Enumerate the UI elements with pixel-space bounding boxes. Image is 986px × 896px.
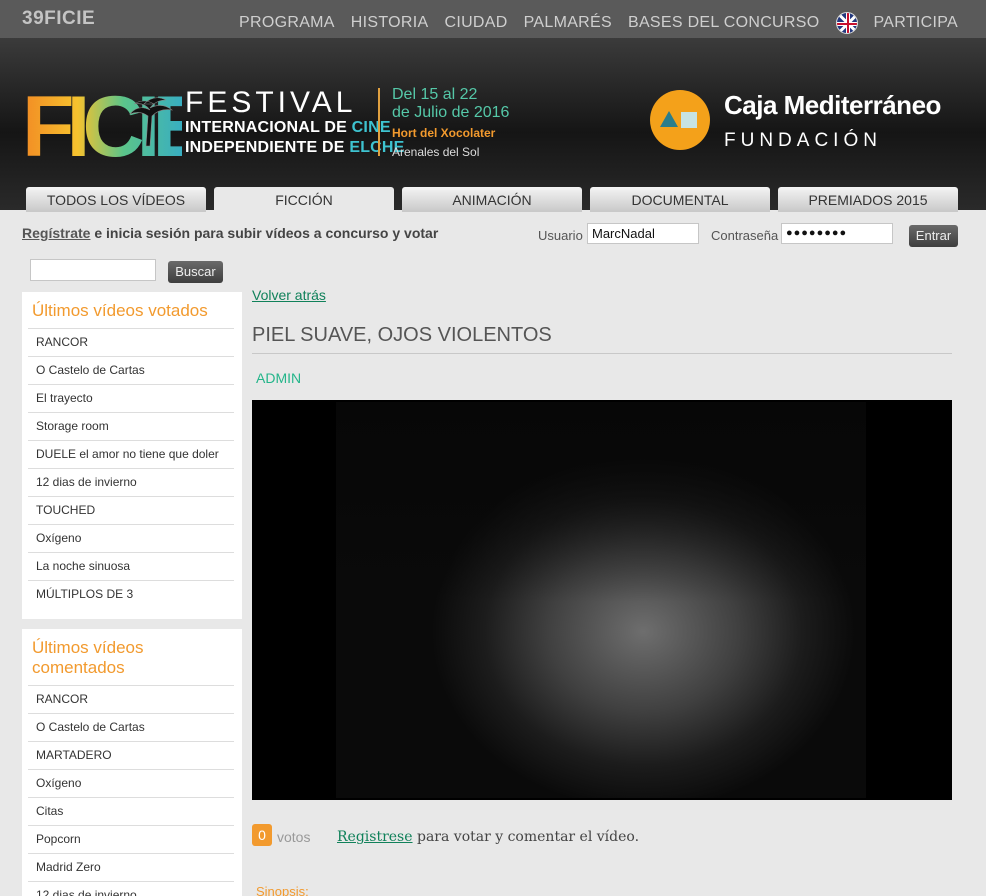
tab-ficcion[interactable]: Ficción — [214, 187, 394, 212]
synopsis-heading: Sinopsis: — [256, 884, 309, 896]
list-item[interactable]: La noche sinuosa — [28, 552, 234, 580]
vote-register-prompt: Registrese para votar y comentar el víde… — [337, 829, 640, 845]
list-item[interactable]: MARTADERO — [28, 741, 234, 769]
list-item[interactable]: O Castelo de Cartas — [28, 713, 234, 741]
username-input[interactable]: MarcNadal — [587, 223, 699, 244]
tab-animacion[interactable]: Animación — [402, 187, 582, 212]
site-tag[interactable]: 39FICIE — [22, 8, 95, 30]
back-link[interactable]: Volver atrás — [252, 287, 326, 303]
uk-flag-icon[interactable] — [835, 12, 858, 34]
tab-premiados[interactable]: Premiados 2015 — [778, 187, 958, 212]
sponsor-subtitle: FUNDACIÓN — [724, 130, 882, 151]
nav-ciudad[interactable]: CIUDAD — [444, 14, 507, 32]
tab-documental[interactable]: Documental — [590, 187, 770, 212]
festival-name: FESTIVAL INTERNACIONAL DE CINE INDEPENDI… — [185, 86, 405, 157]
nav-historia[interactable]: HISTORIA — [351, 14, 429, 32]
commented-videos-box: Últimos vídeos comentados RANCOR O Caste… — [22, 629, 242, 896]
list-item[interactable]: Madrid Zero — [28, 853, 234, 881]
list-item[interactable]: DUELE el amor no tiene que doler — [28, 440, 234, 468]
votes-label: votos — [277, 829, 311, 845]
nav-participa[interactable]: PARTICIPA — [874, 14, 959, 32]
sponsor-name: Caja Mediterráneo — [724, 90, 941, 120]
list-item[interactable]: El trayecto — [28, 384, 234, 412]
password-label: Contraseña — [711, 228, 779, 243]
search-input[interactable] — [30, 259, 156, 281]
commented-videos-title: Últimos vídeos comentados — [32, 638, 144, 677]
svg-text:FICIE: FICIE — [22, 86, 182, 162]
top-bar: 39FICIE PROGRAMA HISTORIA CIUDAD PALMARÉ… — [0, 0, 986, 38]
voted-videos-title: Últimos vídeos votados — [32, 301, 208, 320]
votes-count-badge: 0 — [252, 824, 272, 846]
category-tabs: Todos los vídeos Ficción Animación Docum… — [0, 187, 986, 212]
top-nav: PROGRAMA HISTORIA CIUDAD PALMARÉS BASES … — [223, 12, 958, 34]
sponsor-logo-icon[interactable] — [650, 90, 710, 150]
vote-register-link[interactable]: Registrese — [337, 829, 413, 845]
password-input[interactable]: ●●●●●●●● — [781, 223, 893, 244]
voted-videos-box: Últimos vídeos votados RANCOR O Castelo … — [22, 292, 242, 619]
list-item[interactable]: RANCOR — [28, 328, 234, 356]
list-item[interactable]: Storage room — [28, 412, 234, 440]
list-item[interactable]: Oxígeno — [28, 524, 234, 552]
nav-bases[interactable]: BASES DEL CONCURSO — [628, 14, 820, 32]
festival-dates: Del 15 al 22 de Julio de 2016 Hort del X… — [392, 86, 510, 159]
nav-programa[interactable]: PROGRAMA — [239, 14, 335, 32]
video-player[interactable] — [252, 400, 952, 800]
list-item[interactable]: Oxígeno — [28, 769, 234, 797]
header-banner: FICIE FESTIVAL INTERNACIONAL DE CINE IND… — [0, 38, 986, 210]
username-label: Usuario — [538, 228, 583, 243]
nav-palmares[interactable]: PALMARÉS — [524, 14, 612, 32]
list-item[interactable]: TOUCHED — [28, 496, 234, 524]
ficie-logo[interactable]: FICIE — [22, 86, 182, 162]
list-item[interactable]: Popcorn — [28, 825, 234, 853]
list-item[interactable]: MÚLTIPLOS DE 3 — [28, 580, 234, 608]
header-divider — [378, 88, 380, 156]
list-item[interactable]: RANCOR — [28, 685, 234, 713]
list-item[interactable]: 12 dias de invierno — [28, 468, 234, 496]
login-button[interactable]: Entrar — [909, 225, 958, 247]
list-item[interactable]: 12 dias de invierno — [28, 881, 234, 896]
register-link[interactable]: Regístrate — [22, 225, 90, 241]
video-title: PIEL SUAVE, OJOS VIOLENTOS — [252, 324, 952, 354]
tab-todos[interactable]: Todos los vídeos — [26, 187, 206, 212]
register-prompt: Regístrate e inicia sesión para subir ví… — [22, 225, 439, 241]
list-item[interactable]: Citas — [28, 797, 234, 825]
list-item[interactable]: O Castelo de Cartas — [28, 356, 234, 384]
video-author[interactable]: ADMIN — [256, 370, 301, 386]
search-button[interactable]: Buscar — [168, 261, 223, 283]
